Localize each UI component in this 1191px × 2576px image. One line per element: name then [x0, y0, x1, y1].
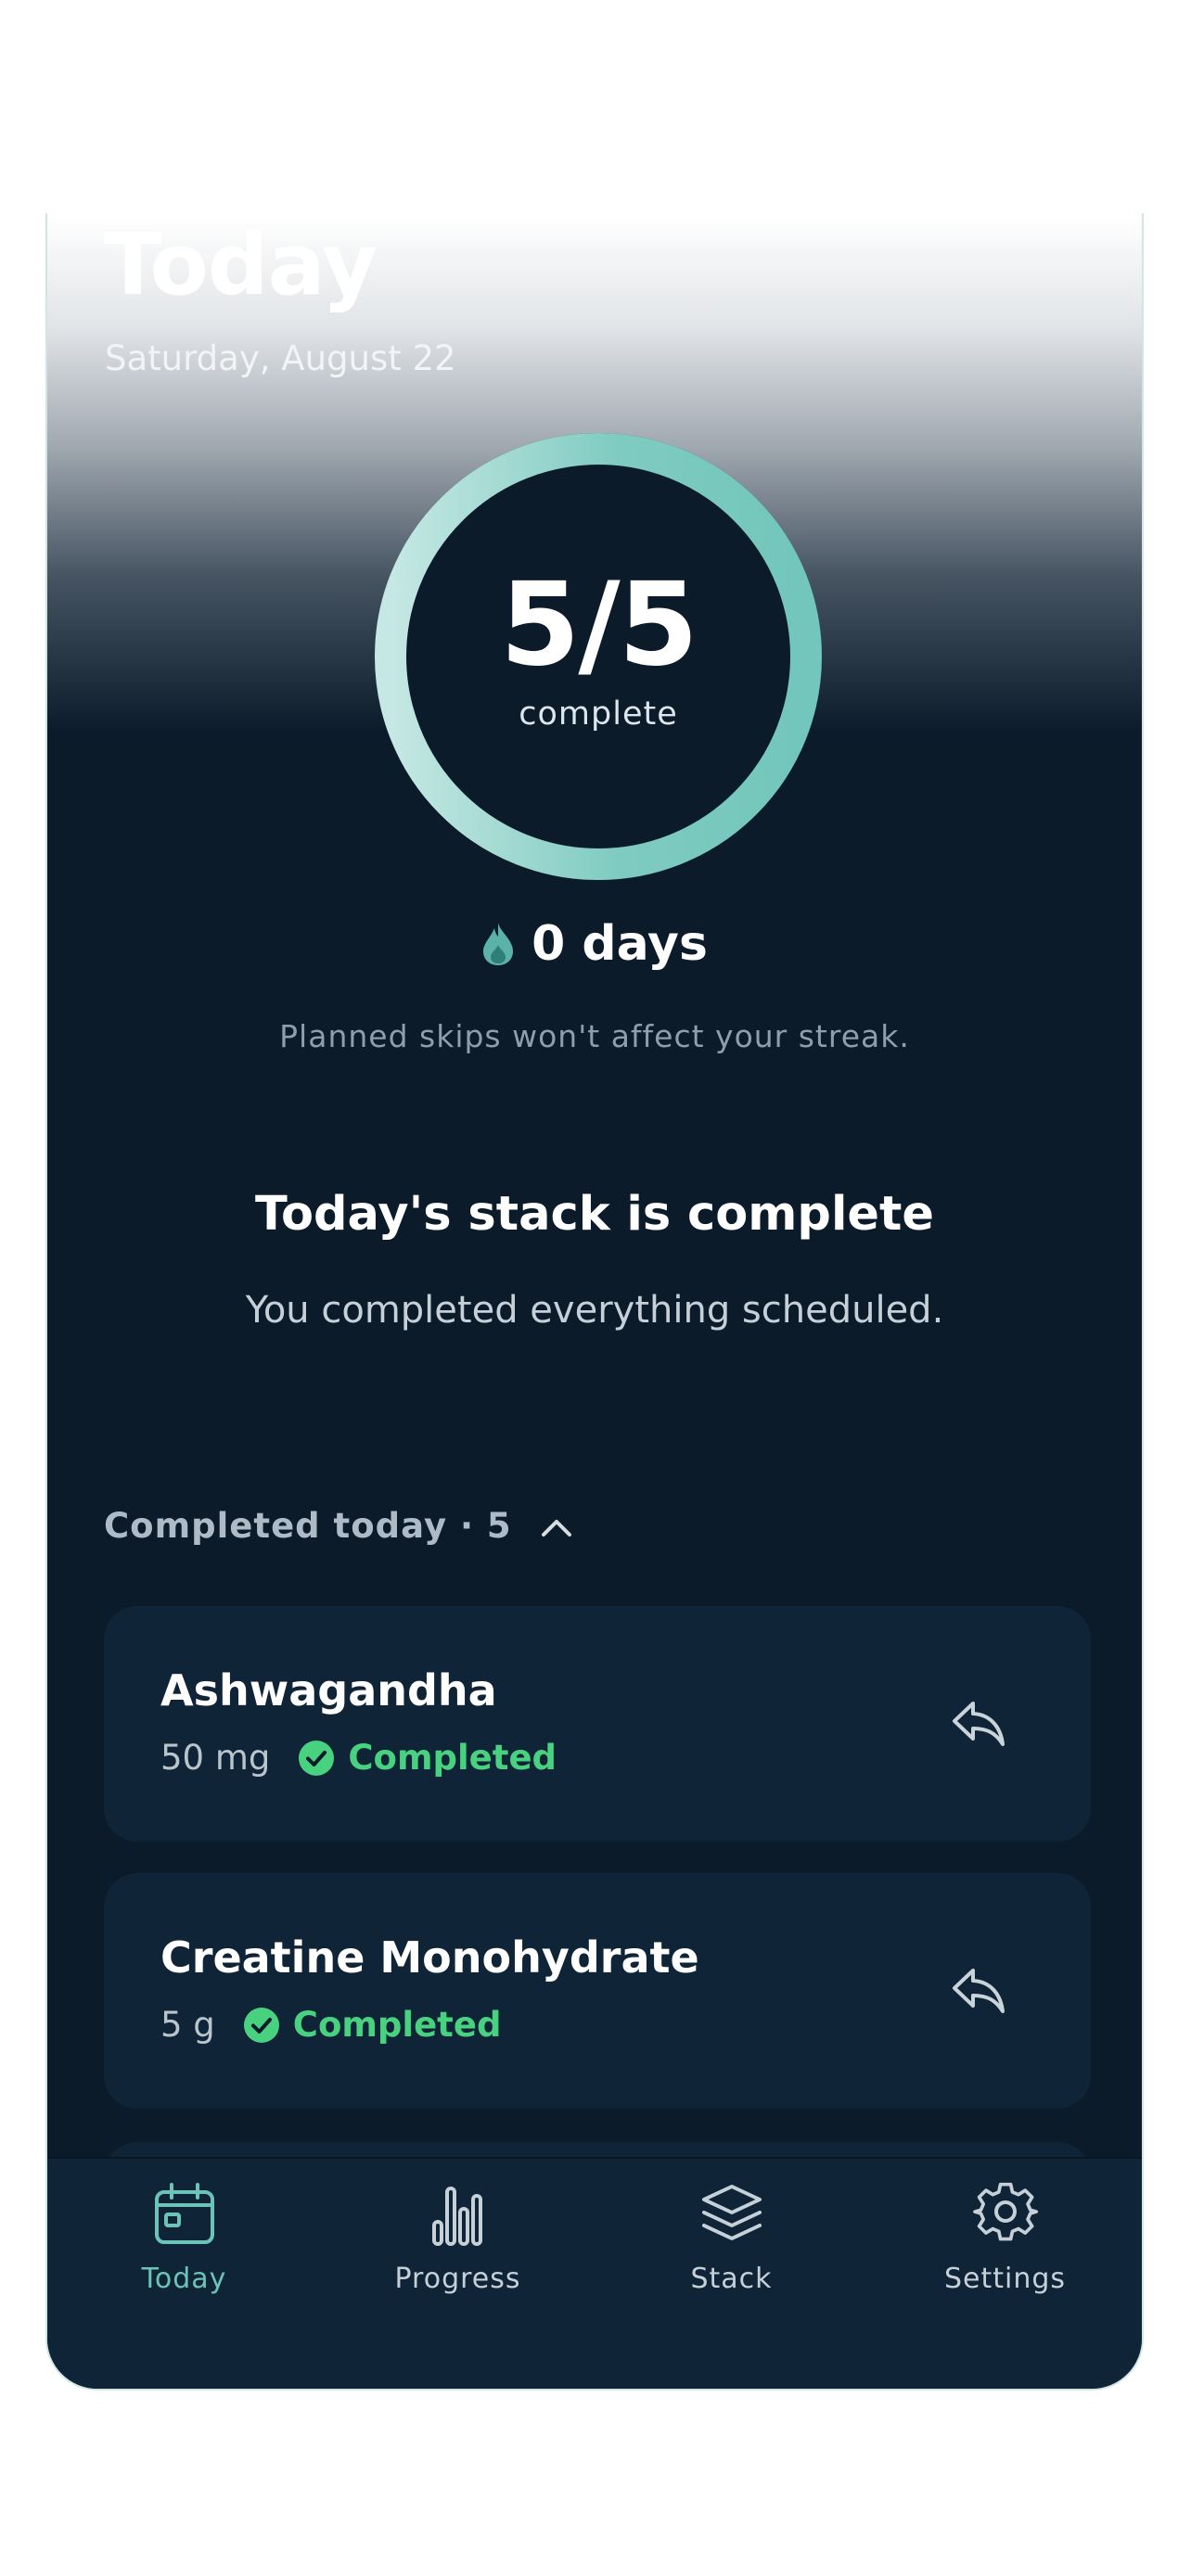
- tab-today[interactable]: Today: [47, 2159, 321, 2389]
- undo-button[interactable]: [946, 1958, 1011, 2023]
- chevron-up-icon: [541, 1519, 571, 1537]
- item-dose: 50 mg: [160, 1738, 271, 1778]
- tab-settings[interactable]: Settings: [868, 2159, 1142, 2389]
- stack-complete-subtitle: You completed everything scheduled.: [245, 1289, 944, 1332]
- item-name: Creatine Monohydrate: [160, 1932, 699, 1983]
- list-item[interactable]: Creatine Monohydrate 5 g Completed: [104, 1873, 1091, 2109]
- progress-caption: complete: [519, 695, 678, 733]
- item-name: Ashwagandha: [160, 1665, 497, 1715]
- page-title: Today: [104, 215, 378, 314]
- progress-ring-center: 5/5 complete: [374, 432, 823, 881]
- tab-label: Stack: [690, 2263, 773, 2295]
- undo-icon: [953, 1702, 1005, 1746]
- item-status: Completed: [292, 2005, 502, 2045]
- page-date: Saturday, August 22: [105, 338, 456, 378]
- item-status: Completed: [348, 1738, 557, 1778]
- progress-ring: 5/5 complete: [374, 432, 823, 881]
- check-circle-icon: [299, 1740, 335, 1776]
- item-meta: 50 mg Completed: [160, 1738, 557, 1778]
- check-circle-icon: [243, 2007, 279, 2043]
- progress-count: 5/5: [500, 558, 698, 692]
- tab-label: Settings: [943, 2263, 1067, 2295]
- streak-note: Planned skips won't affect your streak.: [279, 1018, 910, 1054]
- bar-chart-icon: [431, 2187, 482, 2246]
- list-item[interactable]: Ashwagandha 50 mg Completed: [104, 1606, 1091, 1842]
- completed-section-toggle[interactable]: Completed today · 5: [104, 1506, 575, 1546]
- gear-icon: [972, 2182, 1038, 2241]
- tab-label: Progress: [394, 2263, 521, 2295]
- tab-progress[interactable]: Progress: [321, 2159, 595, 2389]
- tab-label: Today: [141, 2263, 227, 2295]
- item-dose: 5 g: [160, 2005, 215, 2045]
- calendar-icon: [154, 2183, 214, 2244]
- layers-icon: [701, 2185, 762, 2240]
- streak-row: 0 days: [47, 920, 1142, 968]
- tab-bar: Today Progress Stack Settings: [47, 2157, 1142, 2389]
- tab-stack[interactable]: Stack: [595, 2159, 868, 2389]
- stack-complete-title: Today's stack is complete: [255, 1187, 934, 1242]
- streak-value: 0 days: [531, 916, 708, 972]
- completed-section-label: Completed today · 5: [104, 1506, 512, 1546]
- undo-button[interactable]: [946, 1691, 1011, 1756]
- undo-icon: [953, 1969, 1005, 2013]
- phone-screen: Today Saturday, August 22 5/5 complete 0…: [45, 213, 1144, 2391]
- flame-icon: [483, 923, 514, 965]
- today-screen: Today Saturday, August 22 5/5 complete 0…: [47, 213, 1142, 2389]
- item-meta: 5 g Completed: [160, 2005, 501, 2045]
